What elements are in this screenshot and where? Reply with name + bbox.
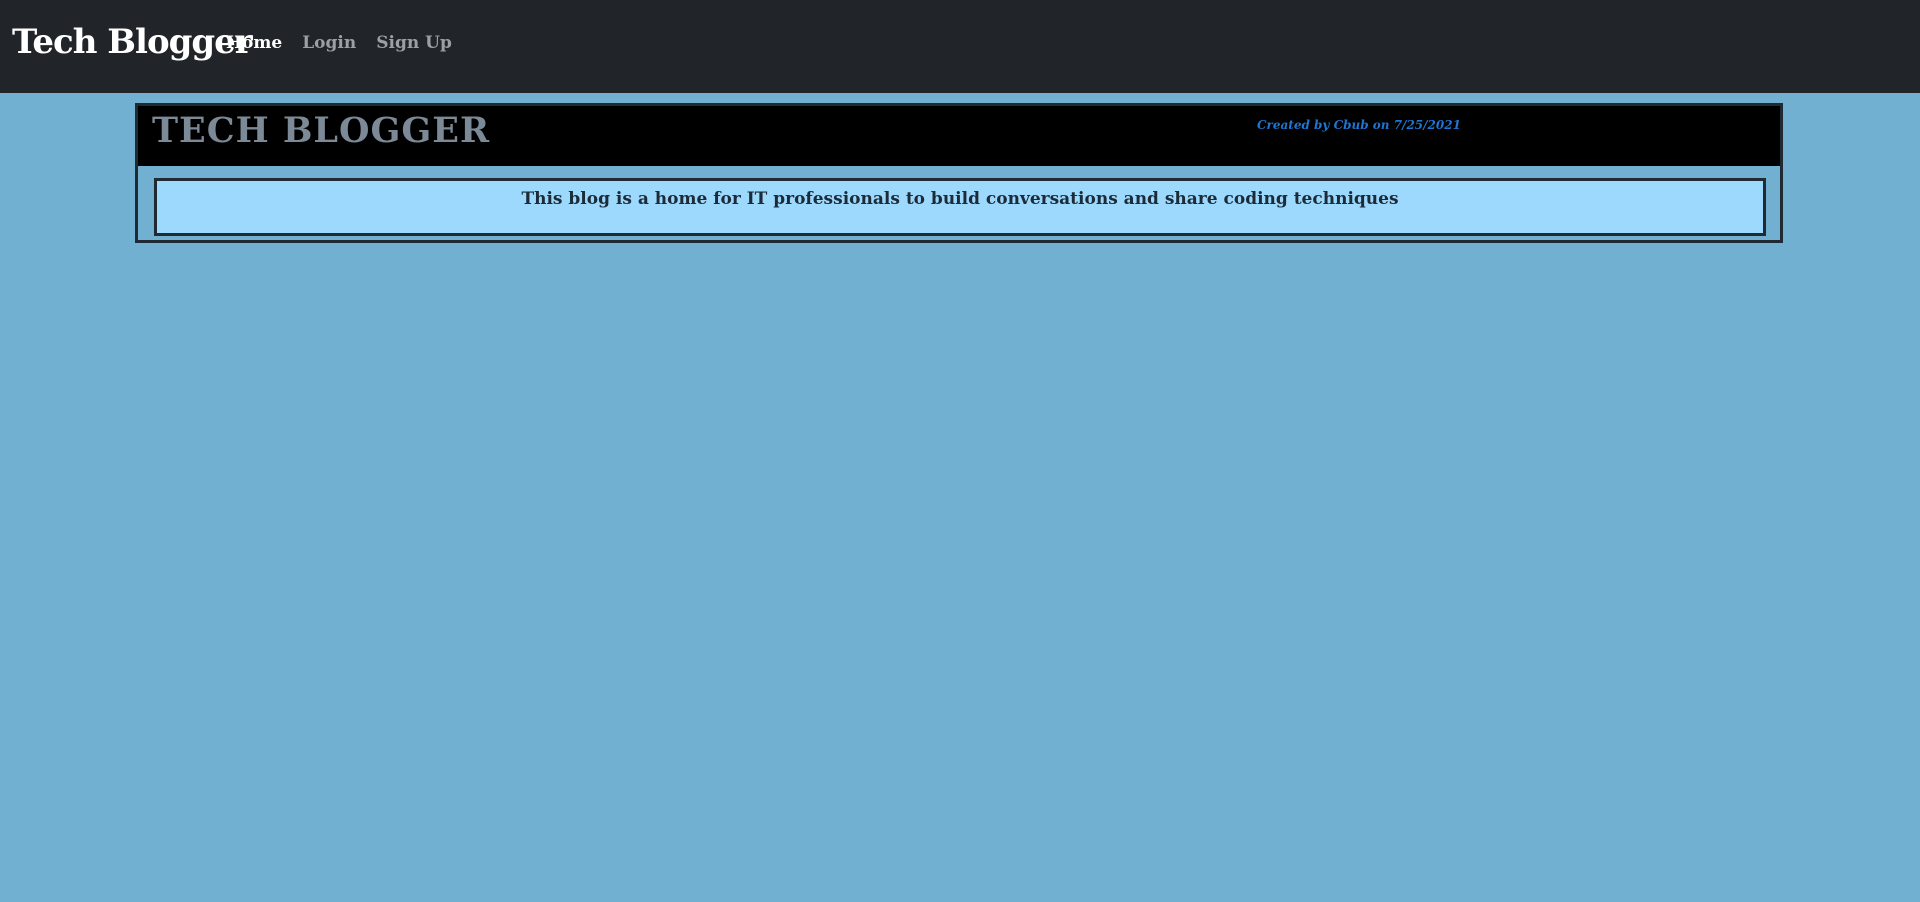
- nav-links: Home Login Sign Up: [226, 33, 472, 53]
- post-title: TECH BLOGGER: [152, 110, 491, 151]
- post-card: TECH BLOGGER Created by Cbub on 7/25/202…: [135, 103, 1783, 243]
- post-card-header: TECH BLOGGER Created by Cbub on 7/25/202…: [138, 106, 1780, 166]
- brand-link[interactable]: Tech Blogger: [12, 22, 253, 62]
- post-body-text: This blog is a home for IT professionals…: [521, 189, 1399, 209]
- top-navbar: Tech Blogger Home Login Sign Up: [0, 0, 1920, 93]
- nav-link-login[interactable]: Login: [302, 33, 356, 53]
- nav-link-home[interactable]: Home: [226, 33, 282, 53]
- post-card-body: This blog is a home for IT professionals…: [154, 178, 1766, 236]
- post-meta: Created by Cbub on 7/25/2021: [1257, 118, 1461, 132]
- nav-link-signup[interactable]: Sign Up: [376, 33, 452, 53]
